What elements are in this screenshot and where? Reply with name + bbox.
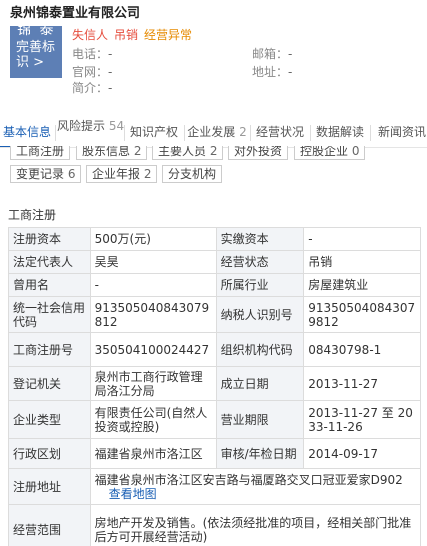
company-type-value: 有限责任公司(自然人投资或控股) (89, 400, 217, 439)
org-code-value: 08430798-1 (303, 332, 421, 367)
tab-data-analysis[interactable]: 数据解读 (312, 118, 368, 147)
table-row: 法定代表人 吴昊 经营状态 吊销 (8, 250, 421, 274)
field-label: 登记机关 (8, 366, 91, 401)
intro-value: - (108, 81, 113, 95)
field-label: 工商注册号 (8, 332, 91, 367)
status-tags: 失信人 吊销 经营异常 (72, 26, 192, 43)
chip-investments[interactable]: 对外投资 (228, 146, 289, 160)
chip-shareholders[interactable]: 股东信息 2 (76, 146, 148, 160)
region-value: 福建省泉州市洛江区 (89, 438, 217, 469)
chip-annual-reports[interactable]: 企业年报 2 (86, 165, 158, 183)
logo-text: 锦 泰 (17, 26, 56, 38)
chip-business-registration[interactable]: 工商注册 (10, 146, 71, 160)
field-label: 企业类型 (8, 400, 91, 439)
tab-separator (250, 125, 251, 141)
former-name-value: - (89, 273, 217, 297)
table-row: 注册资本 500万(元) 实缴资本 - (8, 227, 421, 251)
section-title: 工商注册 (8, 208, 57, 222)
tab-risk-alert[interactable]: 风险提示 54 (57, 118, 125, 147)
contact-intro: 简介：- (72, 81, 113, 95)
logo-claim-link[interactable]: 完善标识 > (16, 40, 60, 70)
contact-address: 地址：- (252, 65, 293, 79)
tab-separator (124, 125, 125, 141)
field-label: 审核/年检日期 (215, 438, 305, 469)
chip-change-records[interactable]: 变更记录 6 (10, 165, 82, 183)
tab-news[interactable]: 新闻资讯 (372, 118, 427, 147)
chip-key-personnel[interactable]: 主要人员 2 (152, 146, 224, 160)
field-label: 行政区划 (8, 438, 91, 469)
email-value: - (288, 47, 293, 61)
table-row: 行政区划 福建省泉州市洛江区 审核/年检日期 2014-09-17 (8, 438, 421, 469)
company-name: 泉州锦泰置业有限公司 (10, 6, 141, 21)
tab-development[interactable]: 企业发展 2 (186, 118, 248, 147)
field-label: 经营状态 (215, 250, 305, 274)
field-label: 组织机构代码 (215, 332, 305, 367)
field-label: 经营范围 (8, 504, 91, 546)
main-tab-bar: 基本信息 风险提示 54 知识产权 企业发展 2 经营状况 数据解读 新闻资讯 (0, 118, 427, 148)
table-row: 统一社会信用代码 913505040843079812 纳税人识别号 91350… (8, 296, 421, 333)
inspection-date-value: 2014-09-17 (303, 438, 421, 469)
sub-nav-chips: 工商注册 股东信息 2 主要人员 2 对外投资 控股企业 0 变更记录 6 企业… (10, 146, 420, 186)
tab-separator (55, 125, 56, 141)
table-row: 工商注册号 350504100024427 组织机构代码 08430798-1 (8, 332, 421, 367)
field-label: 曾用名 (8, 273, 91, 297)
field-label: 纳税人识别号 (215, 296, 305, 333)
registration-authority-value: 泉州市工商行政管理局洛江分局 (89, 366, 217, 401)
business-term-value: 2013-11-27 至 2033-11-26 (303, 400, 421, 439)
registration-number-value: 350504100024427 (89, 332, 217, 367)
table-row: 经营范围 房地产开发及销售。(依法须经批准的项目，经相关部门批准后方可开展经营活… (8, 504, 422, 546)
business-scope-value: 房地产开发及销售。(依法须经批准的项目，经相关部门批准后方可开展经营活动) (89, 504, 422, 546)
registered-capital-value: 500万(元) (89, 227, 217, 251)
establish-date-value: 2013-11-27 (303, 366, 421, 401)
registration-table: 注册资本 500万(元) 实缴资本 - 法定代表人 吴昊 经营状态 吊销 曾用名… (8, 227, 422, 546)
field-label: 所属行业 (215, 273, 305, 297)
table-row: 注册地址 福建省泉州市洛江区安吉路与福厦路交叉口冠亚爱家D902 查看地图 (8, 468, 422, 505)
chip-holdings[interactable]: 控股企业 0 (294, 146, 366, 160)
credit-code-value: 913505040843079812 (89, 296, 217, 333)
field-label: 注册地址 (8, 468, 91, 505)
taxpayer-id-value: 913505040843079812 (303, 296, 421, 333)
table-row: 曾用名 - 所属行业 房屋建筑业 (8, 273, 421, 297)
address-value: - (288, 65, 293, 79)
contact-email: 邮箱：- (252, 47, 293, 61)
paid-in-capital-value: - (303, 227, 421, 251)
address-text: 福建省泉州市洛江区安吉路与福厦路交叉口冠亚爱家D902 (94, 472, 403, 487)
field-label: 法定代表人 (8, 250, 91, 274)
field-label: 统一社会信用代码 (8, 296, 91, 333)
tab-separator (184, 125, 185, 141)
status-tag-revoked[interactable]: 吊销 (114, 26, 138, 43)
chip-branches[interactable]: 分支机构 (162, 165, 223, 183)
industry-value: 房屋建筑业 (303, 273, 421, 297)
phone-value: - (108, 47, 113, 61)
table-row: 登记机关 泉州市工商行政管理局洛江分局 成立日期 2013-11-27 (8, 366, 421, 401)
contact-website: 官网：- (72, 65, 113, 79)
registered-address-value: 福建省泉州市洛江区安吉路与福厦路交叉口冠亚爱家D902 查看地图 (89, 468, 422, 505)
field-label: 实缴资本 (215, 227, 305, 251)
tab-operations[interactable]: 经营状况 (252, 118, 308, 147)
tab-basic-info[interactable]: 基本信息 (0, 118, 54, 147)
tab-intellectual-property[interactable]: 知识产权 (126, 118, 182, 147)
tab-separator (370, 125, 371, 141)
company-logo[interactable]: 锦 泰 完善标识 > (10, 26, 62, 78)
tab-separator (310, 125, 311, 141)
tab-risk-count: 54 (108, 119, 125, 133)
field-label: 成立日期 (215, 366, 305, 401)
field-label: 营业期限 (215, 400, 305, 439)
view-map-link[interactable]: 查看地图 (109, 487, 157, 501)
website-value: - (108, 65, 113, 79)
legal-representative-value[interactable]: 吴昊 (89, 250, 217, 274)
business-status-value: 吊销 (303, 250, 421, 274)
status-tag-dishonest[interactable]: 失信人 (72, 26, 108, 43)
table-row: 企业类型 有限责任公司(自然人投资或控股) 营业期限 2013-11-27 至 … (8, 400, 421, 439)
field-label: 注册资本 (8, 227, 91, 251)
contact-phone: 电话：- (72, 47, 113, 61)
status-tag-abnormal[interactable]: 经营异常 (144, 26, 192, 43)
